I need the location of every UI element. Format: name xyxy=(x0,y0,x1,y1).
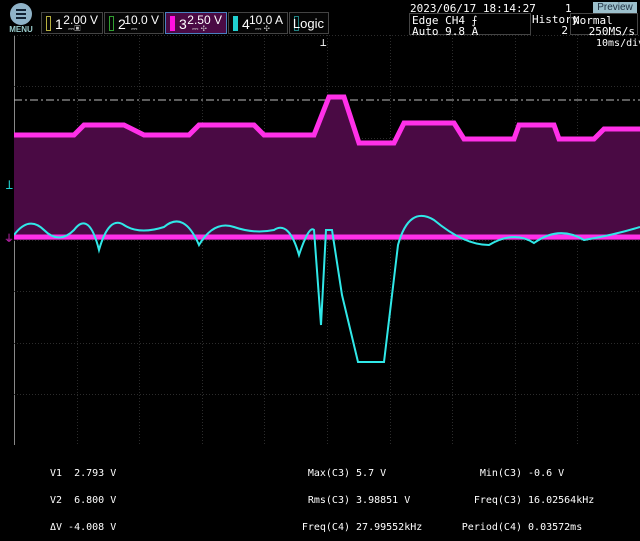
waveform-display[interactable] xyxy=(14,35,640,445)
measurement-column-1: Max(C3) 5.7 V Rms(C3) 3.98851 V Freq(C4)… xyxy=(290,451,422,541)
trigger-info[interactable]: Edge CH4 ⨍ Auto 9.8 A xyxy=(409,13,531,37)
measurement-label: Min(C3) xyxy=(479,468,522,479)
ch4-trigger-marker[interactable]: Ʇ xyxy=(6,176,13,193)
trigger-position-marker[interactable]: ⊥ xyxy=(320,36,327,49)
coupling-dc-icon: ⎓ ✣ xyxy=(255,24,270,33)
channel-1-swatch xyxy=(46,16,51,31)
cursor-v2-value: V2 6.800 V xyxy=(50,495,117,506)
menu-icon xyxy=(10,3,32,25)
acquire-mode[interactable]: Normal 250MS/s xyxy=(570,13,638,37)
channel-4-swatch xyxy=(233,16,238,31)
measurement-value: -0.6 V xyxy=(528,468,565,479)
channel-2-button[interactable]: 2 10.0 V ⎓ xyxy=(104,12,164,34)
channel-number: 1 xyxy=(55,16,63,32)
measurement-label: Max(C3) xyxy=(307,468,350,479)
channel-2-swatch xyxy=(109,16,114,31)
menu-label: MENU xyxy=(9,25,33,34)
logic-button[interactable]: Logic xyxy=(289,12,329,34)
measurement-label: Rms(C3) xyxy=(307,495,350,506)
measurement-value: 0.03572ms xyxy=(528,522,583,533)
cursor-delta-value: ΔV -4.008 V xyxy=(50,522,117,533)
channel-number: 3 xyxy=(179,16,187,32)
cursor-readout: V1 2.793 V V2 6.800 V ΔV -4.008 V xyxy=(50,451,116,541)
measurement-label: Period(C4) xyxy=(461,522,522,533)
measurement-value: 16.02564kHz xyxy=(528,495,595,506)
channel-scale: 10.0 V xyxy=(124,13,159,27)
logic-label: Logic xyxy=(292,16,324,31)
measurement-column-2: Min(C3) -0.6 V Freq(C3) 16.02564kHz Peri… xyxy=(450,451,594,541)
channel-1-button[interactable]: 1 2.00 V ⎓▣ xyxy=(41,12,103,34)
measurement-label: Freq(C3) xyxy=(473,495,522,506)
measurement-value: 27.99552kHz xyxy=(356,522,423,533)
measurement-value: 3.98851 V xyxy=(356,495,411,506)
measurement-value: 5.7 V xyxy=(356,468,387,479)
cursor-v1-value: V1 2.793 V xyxy=(50,468,117,479)
channel-3-button[interactable]: 3 2.50 V ⎓ ✣ xyxy=(165,12,227,34)
preview-button[interactable]: Preview xyxy=(593,2,637,13)
coupling-dc-icon: ⎓ ✣ xyxy=(192,24,207,33)
measurement-label: Freq(C4) xyxy=(301,522,350,533)
ch3-ground-marker-icon[interactable]: ⏚ xyxy=(4,230,14,245)
channel-3-swatch xyxy=(170,16,175,31)
coupling-dc-icon: ⎓ xyxy=(131,24,138,33)
timebase: 10ms/div xyxy=(596,38,640,49)
menu-button[interactable]: MENU xyxy=(4,3,38,35)
ch3-envelope xyxy=(14,97,640,240)
channel-4-button[interactable]: 4 10.0 A ⎓ ✣ xyxy=(228,12,288,34)
coupling-dc-icon: ⎓▣ xyxy=(68,24,81,33)
